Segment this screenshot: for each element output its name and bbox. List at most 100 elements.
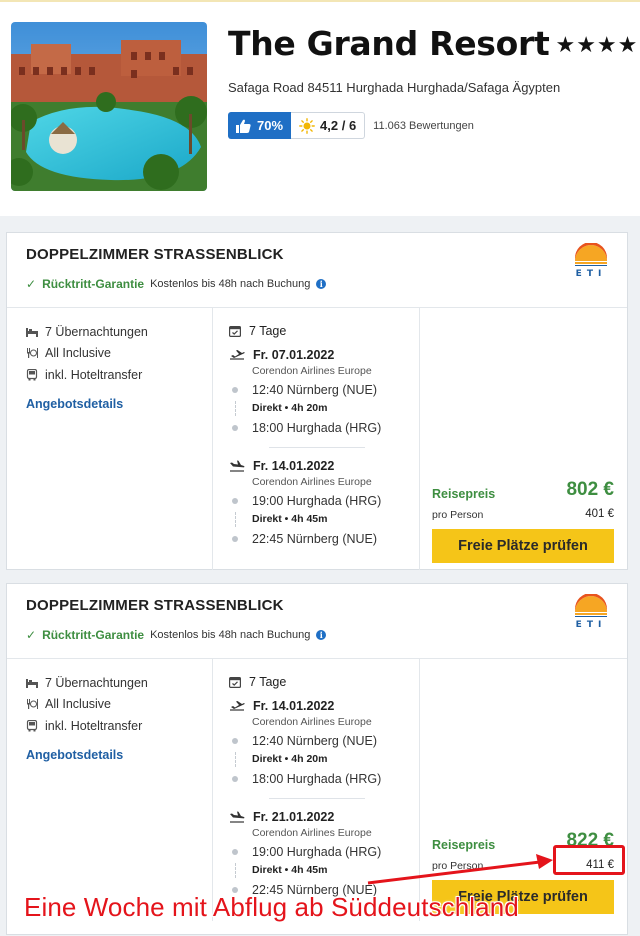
flight-duration: Direkt • 4h 20m [235,750,419,769]
flight-date-text: Fr. 14.01.2022 [253,459,335,473]
flight-duration: Direkt • 4h 45m [235,510,419,529]
flight-details: 7 Tage Fr. 14.01.2022 Corendon Airlines … [229,672,419,899]
hotel-name: The Grand Resort ★★★★ [228,24,638,63]
divider [7,307,627,308]
hotel-address: Safaga Road 84511 Hurghada Hurghada/Safa… [228,80,561,95]
leg-separator [269,798,365,799]
offer-card: DOPPELZIMMER STRASSENBLICK ETI ✓ Rücktri… [6,232,628,570]
airline-name: Corendon Airlines Europe [252,827,372,839]
departure-text: 12:40 Nürnberg (NUE) [252,733,378,748]
flight-date: Fr. 21.01.2022 [229,808,419,826]
cutlery-icon [27,348,38,359]
flight-date: Fr. 14.01.2022 [229,697,419,715]
timeline-dot [232,535,238,542]
operator-logo-eti: ETI [575,594,607,628]
arrival-text: 18:00 Hurghada (HRG) [252,420,382,435]
divider [419,659,420,921]
arrival-stop: 22:45 Nürnberg (NUE) [229,529,419,548]
price-label: Reisepreis [432,838,496,852]
feature-board: All Inclusive [26,343,148,365]
departure-text: 19:00 Hurghada (HRG) [252,493,382,508]
guarantee-label: Rücktritt-Garantie [42,277,145,291]
feature-nights: 7 Übernachtungen [26,321,148,343]
feature-transfer: inkl. Hoteltransfer [26,364,148,386]
bus-icon [26,719,38,732]
departure-stop: 19:00 Hurghada (HRG) [229,491,419,510]
outbound-flight: Fr. 14.01.2022 Corendon Airlines Europe … [229,697,419,788]
rating-row: 70% 4,2 / 6 11.063 Bewertungen [228,112,474,139]
divider [212,308,213,570]
feature-label: inkl. Hoteltransfer [45,718,143,733]
hotel-photo[interactable] [11,22,207,191]
timeline-dot [232,497,238,504]
per-person-label: pro Person [432,860,484,872]
feature-nights: 7 Übernachtungen [26,672,148,694]
guarantee-note: Kostenlos bis 48h nach Buchung [150,629,311,641]
flight-date-text: Fr. 07.01.2022 [253,348,335,362]
departure-text: 19:00 Hurghada (HRG) [252,844,382,859]
feature-label: inkl. Hoteltransfer [45,367,143,382]
feature-label: All Inclusive [45,346,111,361]
star-rating: ★★★★ [555,33,639,58]
calendar-icon [229,677,241,688]
feature-list: 7 Übernachtungen All Inclusive inkl. Hot… [26,321,148,386]
calendar-icon [229,326,241,337]
check-availability-button[interactable]: Freie Plätze prüfen [432,529,614,563]
thumbs-up-icon [236,119,251,133]
departure-stop: 12:40 Nürnberg (NUE) [229,731,419,750]
flight-date: Fr. 07.01.2022 [229,346,419,364]
recommendation-badge[interactable]: 70% [228,112,292,139]
guarantee-label: Rücktritt-Garantie [42,628,145,642]
flight-duration: Direkt • 4h 45m [235,861,419,880]
offer-card: DOPPELZIMMER STRASSENBLICK ETI ✓ Rücktri… [6,583,628,935]
timeline-dot [232,424,238,431]
room-title: DOPPELZIMMER STRASSENBLICK [26,246,284,263]
flight-duration: Direkt • 4h 20m [235,399,419,418]
recommendation-value: 70% [257,118,284,133]
price-total: 802 € [566,479,614,500]
airline-name: Corendon Airlines Europe [252,476,372,488]
departure-text: 12:40 Nürnberg (NUE) [252,382,378,397]
feature-label: All Inclusive [45,697,111,712]
arrival-stop: 18:00 Hurghada (HRG) [229,418,419,437]
check-icon: ✓ [26,277,37,291]
operator-logo-text: ETI [576,620,607,628]
offer-details-link[interactable]: Angebotsdetails [26,748,123,762]
departure-stop: 19:00 Hurghada (HRG) [229,842,419,861]
room-title: DOPPELZIMMER STRASSENBLICK [26,597,284,614]
flight-date-text: Fr. 14.01.2022 [253,699,335,713]
price-label: Reisepreis [432,487,496,501]
operator-logo-eti: ETI [575,243,607,277]
guarantee-note: Kostenlos bis 48h nach Buchung [150,278,311,290]
review-count-link[interactable]: 11.063 Bewertungen [373,120,474,132]
duration-row: 7 Tage [229,672,419,692]
hotel-header: The Grand Resort ★★★★ Safaga Road 84511 H… [0,2,640,216]
timeline-dot [232,386,238,393]
duration-row: 7 Tage [229,321,419,341]
bed-icon [26,678,38,688]
plane-departure-icon [230,701,245,711]
divider [7,658,627,659]
hotel-name-text: The Grand Resort [228,24,550,63]
info-icon[interactable]: i [316,630,327,640]
bus-icon [26,368,38,381]
sun-icon [299,117,315,134]
offer-details-link[interactable]: Angebotsdetails [26,397,123,411]
bed-icon [26,327,38,337]
airline-name: Corendon Airlines Europe [252,716,372,728]
flight-details: 7 Tage Fr. 07.01.2022 Corendon Airlines … [229,321,419,548]
feature-label: 7 Übernachtungen [45,324,148,339]
divider [212,659,213,921]
guarantee-row: ✓ Rücktritt-Garantie Kostenlos bis 48h n… [26,628,327,642]
duration-label: 7 Tage [249,324,287,338]
divider [419,308,420,570]
operator-logo-text: ETI [576,269,607,277]
feature-label: 7 Übernachtungen [45,675,148,690]
score-badge[interactable]: 4,2 / 6 [291,112,366,139]
feature-list: 7 Übernachtungen All Inclusive inkl. Hot… [26,672,148,737]
return-flight: Fr. 14.01.2022 Corendon Airlines Europe … [229,457,419,548]
per-person-price: 401 € [585,508,614,520]
timeline-dot [232,848,238,855]
info-icon[interactable]: i [316,279,327,289]
guarantee-row: ✓ Rücktritt-Garantie Kostenlos bis 48h n… [26,277,327,291]
